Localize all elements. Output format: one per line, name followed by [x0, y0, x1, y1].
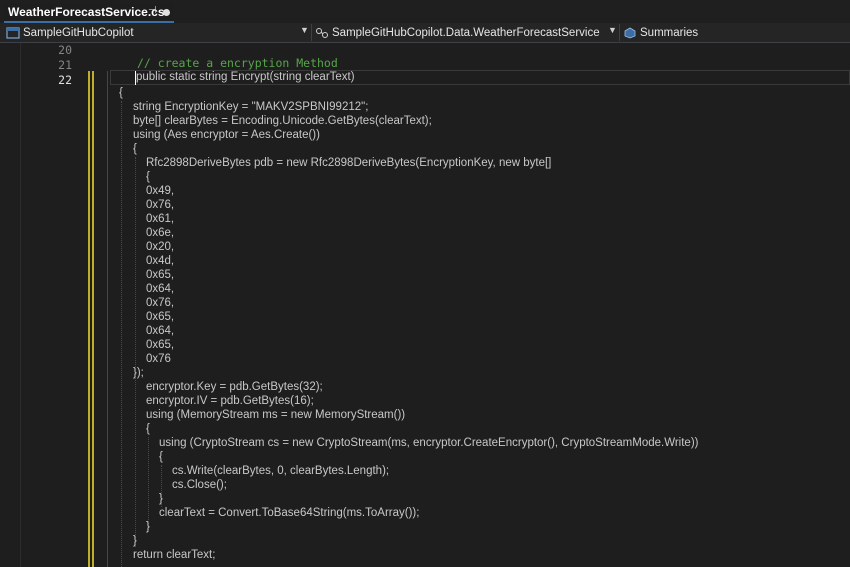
field-icon	[624, 27, 636, 38]
document-tab-strip: WeatherForecastService.cs ⊣	[0, 0, 850, 24]
code-line: 0x64,	[146, 325, 175, 337]
code-comment: // create a encryption Method	[137, 56, 338, 70]
code-line: {	[159, 451, 163, 463]
type-dropdown[interactable]: SampleGitHubCopilot.Data.WeatherForecast…	[315, 23, 600, 42]
navbar-divider	[311, 24, 312, 41]
code-line: }	[159, 493, 163, 505]
code-line: cs.Write(clearBytes, 0, clearBytes.Lengt…	[172, 465, 390, 477]
code-line: });	[133, 367, 144, 379]
tab-title: WeatherForecastService.cs	[8, 5, 165, 19]
code-line: }	[146, 521, 150, 533]
code-line: encryptor.Key = pdb.GetBytes(32);	[146, 381, 323, 393]
code-line: encryptor.IV = pdb.GetBytes(16);	[146, 395, 314, 407]
code-line: 0x76,	[146, 297, 175, 309]
pin-icon[interactable]: ⊣	[148, 5, 157, 16]
code-line: clearText = Convert.ToBase64String(ms.To…	[159, 507, 420, 519]
code-line: }	[133, 535, 137, 547]
code-line: public static string Encrypt(string clea…	[136, 71, 355, 83]
project-label: SampleGitHubCopilot	[23, 26, 134, 39]
line-number-active: 22	[58, 73, 72, 87]
code-line: 0x64,	[146, 283, 175, 295]
code-line: 0x20,	[146, 241, 175, 253]
code-line: Rfc2898DeriveBytes pdb = new Rfc2898Deri…	[146, 157, 552, 169]
chevron-down-icon[interactable]: ▼	[608, 25, 617, 35]
line-number: 21	[58, 58, 72, 72]
type-label: SampleGitHubCopilot.Data.WeatherForecast…	[332, 26, 600, 39]
code-line: {	[146, 423, 150, 435]
code-line: return clearText;	[133, 549, 216, 561]
code-line: cs.Close();	[172, 479, 227, 491]
navigation-bar: SampleGitHubCopilot ▼ SampleGitHubCopilo…	[0, 23, 850, 43]
code-line: 0x76,	[146, 199, 175, 211]
navbar-divider	[619, 24, 620, 41]
code-line: 0x4d,	[146, 255, 175, 267]
code-line: 0x6e,	[146, 227, 175, 239]
project-dropdown[interactable]: SampleGitHubCopilot	[6, 23, 134, 42]
code-editor[interactable]: 20 21 22 // create a encryption Method p…	[0, 43, 850, 567]
code-line: 0x49,	[146, 185, 175, 197]
indent-guide	[148, 437, 149, 532]
code-line: {	[119, 87, 123, 99]
code-line: using (MemoryStream ms = new MemoryStrea…	[146, 409, 406, 421]
change-tracking-bar	[92, 71, 94, 567]
code-line: 0x65,	[146, 311, 175, 323]
code-line: 0x61,	[146, 213, 175, 225]
chevron-down-icon[interactable]: ▼	[300, 25, 309, 35]
code-line: {	[146, 171, 150, 183]
code-line: 0x65,	[146, 339, 175, 351]
code-line: using (Aes encryptor = Aes.Create())	[133, 129, 320, 141]
code-line: string EncryptionKey = "MAKV2SPBNI99212"…	[133, 101, 369, 113]
member-label: Summaries	[640, 26, 699, 39]
member-dropdown[interactable]: Summaries	[623, 23, 698, 42]
indent-guide	[121, 101, 122, 567]
modified-dot-icon[interactable]	[163, 9, 170, 16]
code-line: using (CryptoStream cs = new CryptoStrea…	[159, 437, 699, 449]
code-line: 0x65,	[146, 269, 175, 281]
indicator-margin	[0, 43, 21, 567]
class-icon	[316, 27, 328, 38]
document-tab[interactable]: WeatherForecastService.cs ⊣	[4, 3, 174, 23]
line-number: 20	[58, 43, 72, 57]
code-line: 0x76	[146, 353, 171, 365]
selection-margin-bar	[107, 71, 108, 567]
code-line: {	[133, 143, 137, 155]
indent-guide	[135, 157, 136, 547]
code-line: byte[] clearBytes = Encoding.Unicode.Get…	[133, 115, 432, 127]
csharp-project-icon	[6, 26, 20, 39]
change-tracking-bar	[88, 71, 90, 567]
